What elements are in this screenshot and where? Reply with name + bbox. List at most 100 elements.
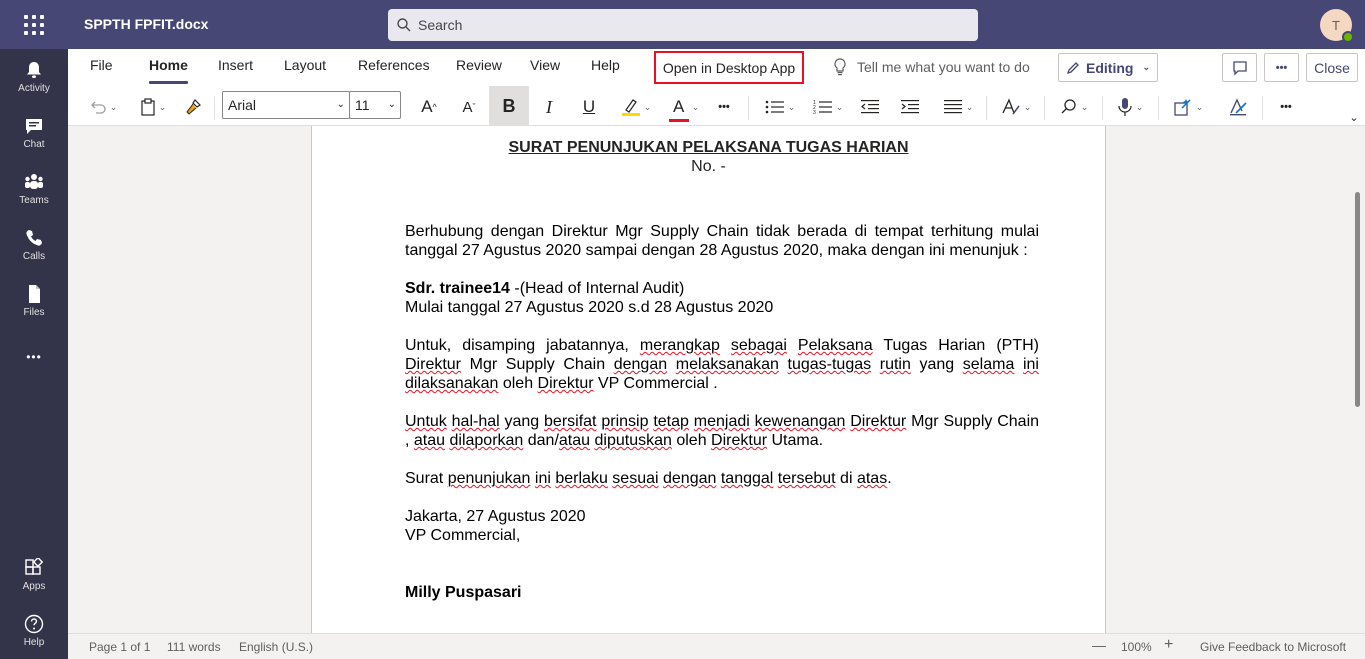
vertical-scrollbar[interactable] bbox=[1355, 192, 1360, 407]
rail-item-apps[interactable]: Apps bbox=[0, 547, 68, 603]
rail-item-calls[interactable]: Calls bbox=[0, 217, 68, 273]
apps-icon bbox=[25, 558, 44, 575]
rail-label: Files bbox=[23, 307, 45, 318]
toolbar-more-button[interactable]: ••• bbox=[1272, 93, 1300, 121]
increase-indent-icon bbox=[901, 100, 919, 114]
rail-item-activity[interactable]: Activity bbox=[0, 49, 68, 105]
language-indicator[interactable]: English (U.S.) bbox=[239, 640, 313, 654]
paste-button[interactable]: ⌄ bbox=[134, 93, 172, 121]
file-icon bbox=[29, 285, 40, 303]
tab-home[interactable]: Home bbox=[149, 57, 188, 84]
document-page[interactable]: SURAT PENUNJUKAN PELAKSANA TUGAS HARIAN … bbox=[311, 126, 1106, 633]
tab-view[interactable]: View bbox=[530, 57, 560, 73]
tab-review[interactable]: Review bbox=[456, 57, 502, 73]
font-name-select[interactable]: Arial ⌄ bbox=[222, 91, 350, 119]
comment-icon bbox=[1232, 60, 1247, 76]
editor-icon bbox=[1230, 98, 1247, 116]
chevron-down-icon: ⌄ bbox=[787, 101, 796, 112]
highlight-button[interactable]: ⌄ bbox=[614, 93, 658, 121]
dictate-button[interactable]: ⌄ bbox=[1110, 93, 1150, 121]
format-painter-button[interactable] bbox=[180, 93, 208, 121]
rail-label: Teams bbox=[19, 195, 49, 206]
font-more-button[interactable]: ••• bbox=[710, 93, 738, 121]
editing-label: Editing bbox=[1086, 59, 1134, 76]
search-placeholder: Search bbox=[418, 17, 463, 33]
toolbar-divider bbox=[1102, 96, 1103, 120]
svg-text:3: 3 bbox=[813, 110, 816, 115]
undo-button[interactable]: ⌄ bbox=[84, 93, 122, 121]
toolbar-divider bbox=[748, 96, 749, 120]
align-button[interactable]: ⌄ bbox=[938, 93, 978, 121]
shrink-font-button[interactable]: Aˇ bbox=[454, 93, 484, 121]
open-in-desktop-app-button[interactable]: Open in Desktop App bbox=[654, 51, 804, 84]
rail-more-button[interactable]: ••• bbox=[0, 329, 68, 385]
avatar-initial: T bbox=[1332, 17, 1340, 33]
toolbar-divider bbox=[1044, 96, 1045, 120]
phone-icon bbox=[26, 230, 42, 246]
bell-icon bbox=[27, 62, 41, 78]
microphone-icon bbox=[1118, 98, 1132, 116]
underline-button[interactable]: U bbox=[574, 93, 604, 121]
ribbon: File Home Insert Layout References Revie… bbox=[68, 49, 1365, 126]
app-launcher-icon[interactable] bbox=[22, 13, 46, 37]
teams-icon bbox=[25, 174, 43, 189]
numbering-button[interactable]: 1 2 3 ⌄ bbox=[808, 93, 848, 121]
zoom-out-button[interactable]: — bbox=[1092, 637, 1106, 653]
grow-font-icon: A bbox=[421, 97, 433, 116]
editor-button[interactable] bbox=[1224, 93, 1252, 121]
search-icon bbox=[397, 18, 411, 32]
increase-indent-button[interactable] bbox=[896, 93, 924, 121]
rail-label: Help bbox=[23, 637, 45, 648]
rail-item-help[interactable]: Help bbox=[0, 603, 68, 659]
help-icon bbox=[24, 614, 44, 634]
tell-me-search[interactable]: Tell me what you want to do bbox=[833, 58, 1030, 76]
more-options-button[interactable]: ••• bbox=[1264, 53, 1299, 82]
chevron-down-icon: ⌄ bbox=[835, 101, 844, 112]
bullets-button[interactable]: ⌄ bbox=[760, 93, 800, 121]
sensitivity-button[interactable]: ⌄ bbox=[1168, 93, 1208, 121]
avatar[interactable]: T bbox=[1320, 9, 1354, 43]
search-icon bbox=[1061, 99, 1076, 114]
pencil-icon bbox=[1066, 61, 1079, 74]
signer-title: VP Commercial, bbox=[405, 527, 521, 544]
comments-button[interactable] bbox=[1222, 53, 1257, 82]
toolbar-divider bbox=[1158, 96, 1159, 120]
rail-item-files[interactable]: Files bbox=[0, 273, 68, 329]
styles-button[interactable]: ⌄ bbox=[996, 93, 1036, 121]
tab-references[interactable]: References bbox=[358, 57, 430, 73]
font-size-select[interactable]: 11 ⌄ bbox=[349, 91, 401, 119]
font-color-button[interactable]: A ⌄ bbox=[664, 93, 704, 122]
chevron-down-icon: ⌄ bbox=[965, 101, 974, 112]
chat-icon bbox=[26, 119, 42, 134]
toolbar-divider bbox=[986, 96, 987, 120]
tab-insert[interactable]: Insert bbox=[218, 57, 253, 73]
find-button[interactable]: ⌄ bbox=[1054, 93, 1094, 121]
document-canvas: SURAT PENUNJUKAN PELAKSANA TUGAS HARIAN … bbox=[68, 126, 1365, 633]
rail-item-teams[interactable]: Teams bbox=[0, 161, 68, 217]
rail-label: Apps bbox=[22, 581, 46, 592]
tab-help[interactable]: Help bbox=[591, 57, 620, 73]
editing-mode-button[interactable]: Editing ⌄ bbox=[1058, 53, 1158, 82]
feedback-link[interactable]: Give Feedback to Microsoft bbox=[1200, 640, 1346, 654]
rail-item-chat[interactable]: Chat bbox=[0, 105, 68, 161]
toolbar-divider bbox=[214, 96, 215, 120]
italic-button[interactable]: I bbox=[534, 93, 564, 121]
zoom-level[interactable]: 100% bbox=[1121, 640, 1152, 654]
decrease-indent-button[interactable] bbox=[856, 93, 884, 121]
grow-font-button[interactable]: A ^ bbox=[414, 93, 444, 121]
chevron-down-icon: ⌄ bbox=[387, 99, 396, 110]
tab-file[interactable]: File bbox=[90, 57, 113, 73]
document-heading: SURAT PENUNJUKAN PELAKSANA TUGAS HARIAN bbox=[508, 139, 909, 156]
close-button[interactable]: Close bbox=[1306, 53, 1358, 82]
styles-icon bbox=[1002, 98, 1020, 115]
bold-button[interactable]: B bbox=[489, 86, 529, 126]
chevron-down-icon: ⌄ bbox=[1349, 111, 1359, 124]
expand-ribbon-button[interactable]: ⌄ bbox=[1344, 107, 1364, 127]
zoom-in-button[interactable]: + bbox=[1164, 636, 1173, 654]
search-input[interactable]: Search bbox=[388, 9, 978, 41]
page-count: Page 1 of 1 bbox=[89, 640, 151, 654]
tab-layout[interactable]: Layout bbox=[284, 57, 326, 73]
status-bar: Page 1 of 1 111 words English (U.S.) — 1… bbox=[68, 633, 1365, 659]
word-count: 111 words bbox=[167, 640, 221, 654]
clipboard-icon bbox=[141, 98, 155, 116]
